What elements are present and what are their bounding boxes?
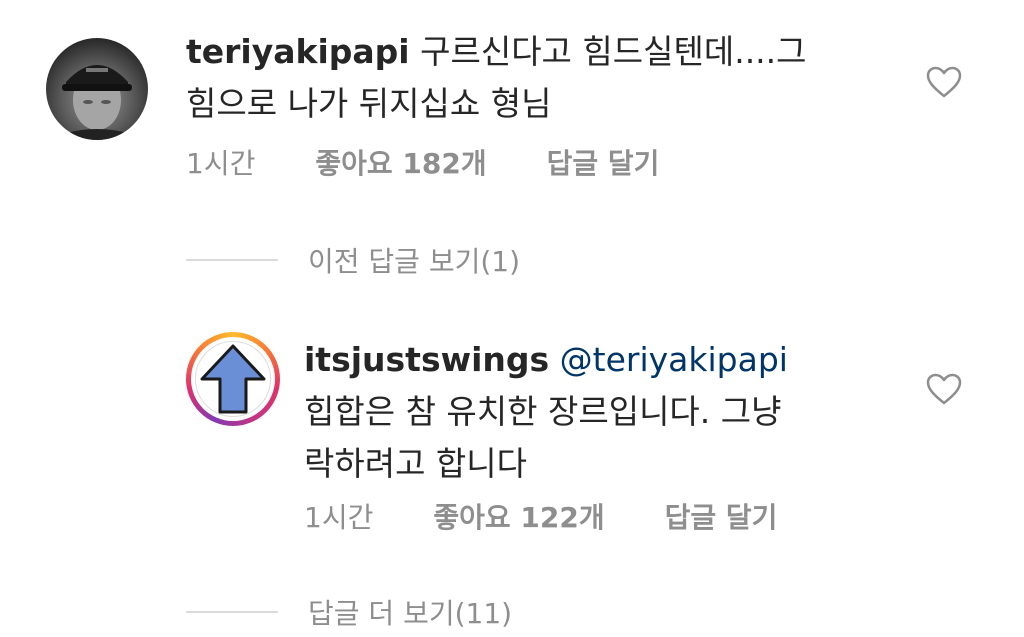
arrow-up-icon — [200, 344, 266, 414]
reply-likes-button[interactable]: 좋아요 122개 — [433, 496, 604, 536]
reply-like-heart-icon[interactable] — [926, 373, 962, 405]
comment-body: teriyakipapi 구르신다고 힘드실텐데....그 힘으로 나가 뒤지십… — [186, 26, 807, 130]
view-more-replies[interactable]: 답글 더 보기(11) — [186, 592, 512, 632]
comment-reply-button[interactable]: 답글 달기 — [547, 142, 660, 182]
thread-divider — [186, 259, 278, 261]
thread-divider — [186, 611, 278, 613]
reply-body: itsjustswings @teriyakipapi 힙합은 참 유치한 장르… — [304, 334, 788, 490]
avatar-teriyakipapi[interactable] — [46, 38, 148, 140]
comment-time: 1시간 — [186, 147, 256, 180]
avatar-itsjustswings[interactable] — [186, 332, 280, 426]
view-more-replies-label[interactable]: 답글 더 보기(11) — [308, 592, 512, 632]
reply-text-line2: 락하려고 합니다 — [304, 444, 528, 483]
comment-text-line1: 구르신다고 힘드실텐데....그 — [420, 32, 807, 71]
comments-panel: teriyakipapi 구르신다고 힘드실텐데....그 힘으로 나가 뒤지십… — [0, 0, 1024, 637]
reply-mention-link[interactable]: @teriyakipapi — [560, 340, 788, 379]
comment-text-line2: 힘으로 나가 뒤지십쇼 형님 — [186, 84, 552, 123]
reply-text-line1: 힙합은 참 유치한 장르입니다. 그냥 — [304, 392, 782, 431]
avatar-photo — [46, 65, 148, 140]
reply-meta: 1시간 좋아요 122개 답글 달기 — [304, 496, 777, 536]
comment-meta: 1시간 좋아요 182개 답글 달기 — [186, 142, 659, 182]
view-previous-replies-label[interactable]: 이전 답글 보기(1) — [308, 240, 520, 280]
avatar-picture — [195, 341, 271, 417]
comment-username[interactable]: teriyakipapi — [186, 32, 410, 71]
comment-likes-button[interactable]: 좋아요 182개 — [315, 142, 486, 182]
like-heart-icon[interactable] — [926, 66, 962, 98]
reply-username[interactable]: itsjustswings — [304, 340, 549, 379]
reply-time: 1시간 — [304, 501, 374, 534]
view-previous-replies[interactable]: 이전 답글 보기(1) — [186, 240, 520, 280]
reply-reply-button[interactable]: 답글 달기 — [665, 496, 778, 536]
